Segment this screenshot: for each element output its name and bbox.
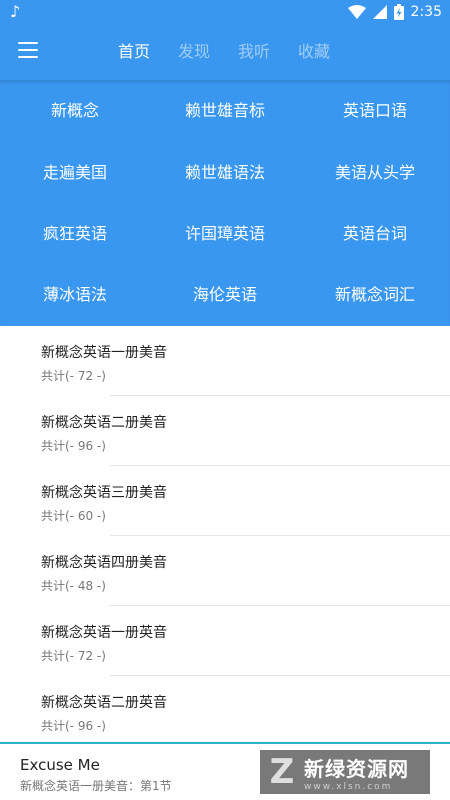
app-bar: 首页 发现 我听 收藏: [0, 24, 450, 80]
now-playing-title: Excuse Me: [20, 756, 100, 774]
battery-charging-icon: [393, 4, 404, 20]
list-item[interactable]: 新概念英语三册美音 共计(- 60 -): [0, 466, 450, 536]
item-count: 共计(- 72 -): [41, 649, 106, 663]
category-item[interactable]: 英语口语: [300, 80, 450, 142]
watermark-text: 新绿资源网: [304, 756, 409, 781]
status-bar: ♪ 2:35: [0, 0, 450, 24]
tab-discover[interactable]: 发现: [164, 24, 224, 80]
category-item[interactable]: 疯狂英语: [0, 203, 150, 265]
list-item[interactable]: 新概念英语一册美音 共计(- 72 -): [0, 326, 450, 396]
watermark-logo: Z 新绿资源网 www.xlsn.com: [260, 750, 430, 794]
item-count: 共计(- 60 -): [41, 509, 106, 523]
item-title: 新概念英语二册英音: [41, 695, 167, 711]
tab-bar: 首页 发现 我听 收藏: [104, 24, 344, 80]
item-count: 共计(- 48 -): [41, 579, 106, 593]
tab-home[interactable]: 首页: [104, 24, 164, 80]
list-item[interactable]: 新概念英语一册英音 共计(- 72 -): [0, 606, 450, 676]
category-grid: 新概念 赖世雄音标 英语口语 走遍美国 赖世雄语法 美语从头学 疯狂英语 许国璋…: [0, 80, 450, 326]
category-item[interactable]: 薄冰语法: [0, 264, 150, 326]
now-playing-subtitle: 新概念英语一册美音：第1节: [20, 779, 172, 793]
wifi-icon: [347, 5, 366, 19]
item-title: 新概念英语四册美音: [41, 555, 167, 571]
category-item[interactable]: 走遍美国: [0, 142, 150, 204]
category-item[interactable]: 许国璋英语: [150, 203, 300, 265]
mini-player[interactable]: Excuse Me 新概念英语一册美音：第1节 Z 新绿资源网 www.xlsn…: [0, 742, 450, 800]
category-item[interactable]: 赖世雄语法: [150, 142, 300, 204]
signal-icon: [372, 5, 387, 19]
item-count: 共计(- 96 -): [41, 719, 106, 733]
music-note-icon: ♪: [10, 2, 21, 21]
category-item[interactable]: 新概念词汇: [300, 264, 450, 326]
category-item[interactable]: 新概念: [0, 80, 150, 142]
category-item[interactable]: 海伦英语: [150, 264, 300, 326]
item-count: 共计(- 72 -): [41, 369, 106, 383]
item-title: 新概念英语一册英音: [41, 625, 167, 641]
item-title: 新概念英语三册美音: [41, 485, 167, 501]
watermark-mark-icon: Z: [269, 752, 295, 792]
item-title: 新概念英语一册美音: [41, 345, 167, 361]
category-item[interactable]: 赖世雄音标: [150, 80, 300, 142]
tab-my-listening[interactable]: 我听: [224, 24, 284, 80]
tab-favorites[interactable]: 收藏: [284, 24, 344, 80]
category-item[interactable]: 英语台词: [300, 203, 450, 265]
item-title: 新概念英语二册美音: [41, 415, 167, 431]
item-count: 共计(- 96 -): [41, 439, 106, 453]
list-item[interactable]: 新概念英语二册英音 共计(- 96 -): [0, 676, 450, 746]
menu-icon[interactable]: [18, 42, 38, 60]
list-item[interactable]: 新概念英语四册美音 共计(- 48 -): [0, 536, 450, 606]
watermark-url: www.xlsn.com: [304, 781, 393, 792]
list-item[interactable]: 新概念英语二册美音 共计(- 96 -): [0, 396, 450, 466]
album-list: 新概念英语一册美音 共计(- 72 -) 新概念英语二册美音 共计(- 96 -…: [0, 326, 450, 746]
status-icons: 2:35: [347, 3, 442, 21]
status-time: 2:35: [410, 4, 442, 20]
category-item[interactable]: 美语从头学: [300, 142, 450, 204]
